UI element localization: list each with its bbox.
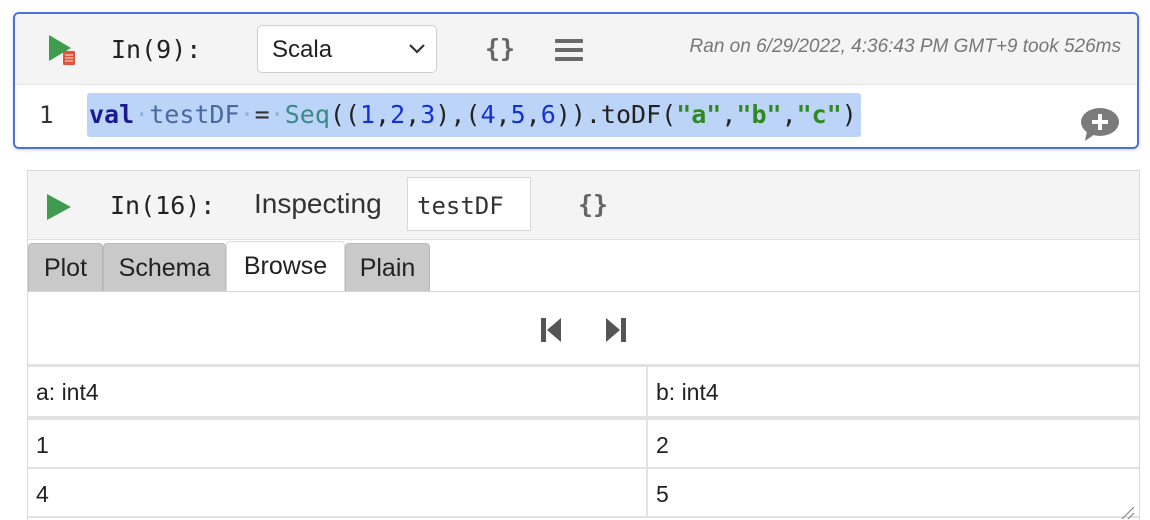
run-cell-button[interactable] <box>45 191 75 225</box>
line-number: 1 <box>39 101 54 129</box>
chevron-down-icon <box>408 41 426 60</box>
code-token: , <box>721 100 737 129</box>
run-info-text: Ran on 6/29/2022, 4:36:43 PM GMT+9 took … <box>689 36 1121 57</box>
code-token: 4 <box>480 100 496 129</box>
code-token: ) <box>841 100 857 129</box>
run-play-icon <box>49 35 75 65</box>
error-badge-icon <box>63 51 75 65</box>
code-token: , <box>495 100 511 129</box>
tab-schema[interactable]: Schema <box>103 243 226 291</box>
cell-toolbar: In(16): Inspecting testDF {} <box>28 171 1139 240</box>
cell-prompt: In(16): <box>110 191 216 220</box>
table-cell: 4 <box>28 469 648 516</box>
code-token: , <box>781 100 797 129</box>
code-token: 3 <box>420 100 436 129</box>
code-token: )).toDF( <box>555 100 677 129</box>
braces-icon[interactable]: {} <box>485 34 515 63</box>
skip-to-first-icon[interactable] <box>539 316 563 344</box>
code-cell-scala[interactable]: In(9): Scala {} Ran on 6/29/2022, 4:36:4… <box>13 12 1139 149</box>
code-token: , <box>405 100 421 129</box>
run-play-icon <box>47 194 71 220</box>
code-token: , <box>375 100 391 129</box>
cell-prompt: In(9): <box>111 35 202 64</box>
column-header[interactable]: a: int4 <box>28 367 648 416</box>
code-token: 6 <box>540 100 556 129</box>
add-comment-icon[interactable] <box>1079 107 1121 143</box>
table-header-row: a: int4 b: int4 <box>28 367 1139 420</box>
tab-browse[interactable]: Browse <box>226 241 345 291</box>
code-token: · <box>269 100 285 129</box>
inspect-variable-input[interactable]: testDF <box>407 177 531 231</box>
code-token: "b" <box>736 100 782 129</box>
run-cell-button[interactable] <box>47 33 77 67</box>
table-row: 1 2 <box>28 420 1139 469</box>
code-token: "c" <box>796 100 842 129</box>
tab-plain[interactable]: Plain <box>345 243 430 291</box>
code-token: · <box>134 100 150 129</box>
code-editor[interactable]: 1 val·testDF·=·Seq((1,2,3),(4,5,6)).toDF… <box>15 85 1137 147</box>
hamburger-menu-icon[interactable] <box>555 39 583 61</box>
viz-tabs: Plot Schema Browse Plain <box>28 241 1139 291</box>
tab-plot[interactable]: Plot <box>28 243 103 291</box>
skip-to-last-icon[interactable] <box>604 316 628 344</box>
code-token: Seq <box>284 100 330 129</box>
resize-grip-icon[interactable] <box>1119 504 1135 520</box>
table-cell: 5 <box>656 481 669 507</box>
inspect-cell[interactable]: In(16): Inspecting testDF {} Plot Schema… <box>27 170 1140 520</box>
braces-icon[interactable]: {} <box>578 190 608 219</box>
pager <box>28 292 1139 367</box>
code-token: val <box>89 100 135 129</box>
code-token: · <box>239 100 255 129</box>
code-token: 1 <box>359 100 376 129</box>
table-cell: 2 <box>656 432 669 458</box>
cell-toolbar: In(9): Scala {} Ran on 6/29/2022, 4:36:4… <box>15 14 1137 85</box>
code-token: = <box>254 100 270 129</box>
table-row: 4 5 <box>28 469 1139 518</box>
code-token: (( <box>329 100 360 129</box>
table-cell: 1 <box>28 420 648 467</box>
data-grid: a: int4 b: int4 1 2 4 5 <box>28 367 1139 518</box>
language-select[interactable]: Scala <box>257 25 437 73</box>
code-token: , <box>525 100 541 129</box>
code-token: "a" <box>676 100 722 129</box>
code-token: 5 <box>510 100 526 129</box>
code-line[interactable]: val·testDF·=·Seq((1,2,3),(4,5,6)).toDF("… <box>87 93 861 137</box>
code-token: testDF <box>149 100 240 129</box>
inspecting-label: Inspecting <box>254 188 382 219</box>
browse-panel: a: int4 b: int4 1 2 4 5 <box>28 291 1139 520</box>
code-token: 2 <box>390 100 406 129</box>
language-select-value: Scala <box>272 36 333 63</box>
code-token: ),( <box>435 100 481 129</box>
column-header[interactable]: b: int4 <box>648 367 1139 416</box>
